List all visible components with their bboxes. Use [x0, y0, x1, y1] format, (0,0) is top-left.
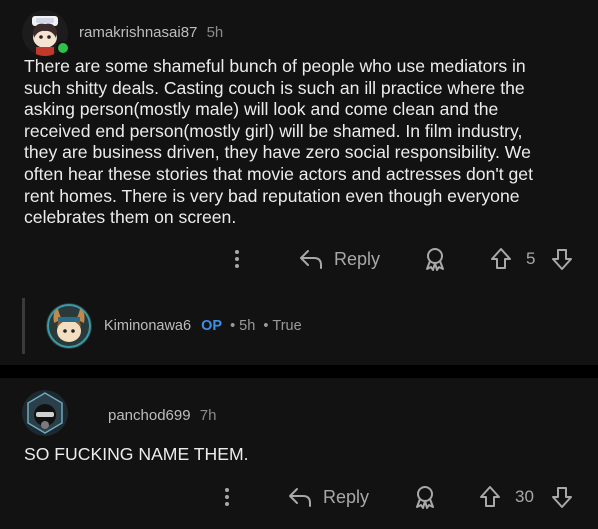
- downvote-arrow-icon: [552, 249, 572, 270]
- vote-count: 30: [515, 487, 534, 506]
- more-options-button[interactable]: [218, 485, 236, 509]
- award-icon: [416, 486, 434, 509]
- reply-button[interactable]: Reply: [287, 486, 369, 508]
- username[interactable]: ramakrishnasai87: [79, 24, 197, 41]
- username[interactable]: panchod699: [108, 407, 191, 424]
- comment-meta: ramakrishnasai87 5h: [79, 24, 223, 41]
- user-avatar[interactable]: [22, 390, 68, 436]
- award-icon: [426, 248, 444, 271]
- op-badge: OP: [201, 318, 223, 334]
- comment: panchod699 7h SO FUCKING NAME THEM. Repl…: [0, 378, 598, 529]
- comment-meta: panchod699 7h: [108, 407, 216, 424]
- comment-actions: Reply 5: [0, 244, 598, 274]
- reply-meta: Kiminonawa6 OP • 5h • True: [104, 318, 302, 334]
- username[interactable]: Kiminonawa6: [104, 318, 191, 334]
- online-status-indicator: [56, 41, 70, 55]
- thread-line[interactable]: [22, 298, 25, 354]
- comment-actions: Reply 30: [0, 482, 598, 512]
- downvote-arrow-icon: [552, 487, 572, 508]
- reply-label: Reply: [323, 486, 370, 507]
- more-vertical-icon: [225, 488, 229, 506]
- award-button[interactable]: [423, 246, 447, 272]
- reply-arrow-icon: [289, 488, 311, 507]
- comment-body: SO FUCKING NAME THEM.: [24, 444, 249, 464]
- snoo-avatar-icon: [22, 390, 68, 436]
- comment: ramakrishnasai87 5h There are some shame…: [0, 0, 598, 365]
- comment-divider: [0, 365, 598, 378]
- user-avatar[interactable]: [46, 303, 92, 349]
- vote-count: 5: [526, 249, 536, 268]
- separator: •: [263, 318, 269, 334]
- timestamp: 5h: [206, 24, 224, 41]
- upvote-button[interactable]: [479, 485, 501, 509]
- upvote-button[interactable]: [490, 247, 512, 271]
- comment-body: There are some shameful bunch of people …: [24, 56, 533, 228]
- user-flair: True: [272, 318, 302, 334]
- snoo-avatar-icon: [46, 303, 92, 349]
- downvote-button[interactable]: [551, 247, 573, 271]
- award-button[interactable]: [413, 484, 437, 510]
- reply-label: Reply: [334, 248, 381, 269]
- more-vertical-icon: [235, 250, 239, 268]
- upvote-arrow-icon: [491, 248, 511, 269]
- separator: •: [230, 318, 236, 334]
- reply-button[interactable]: Reply: [298, 248, 380, 270]
- timestamp: 7h: [199, 407, 217, 424]
- timestamp: 5h: [239, 318, 256, 334]
- upvote-arrow-icon: [480, 486, 500, 507]
- reply-arrow-icon: [300, 250, 322, 269]
- more-options-button[interactable]: [228, 247, 246, 271]
- downvote-button[interactable]: [551, 485, 573, 509]
